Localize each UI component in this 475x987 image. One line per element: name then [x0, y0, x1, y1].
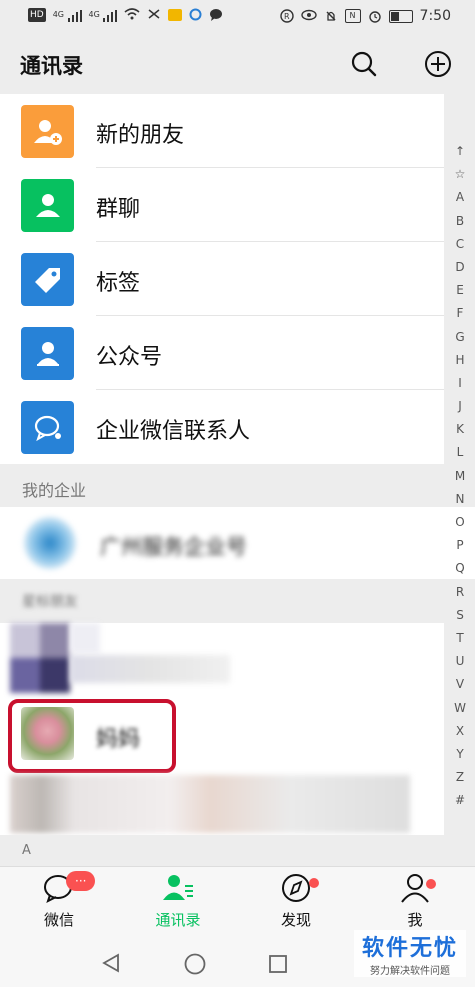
me-dot: [426, 879, 436, 889]
index-letter[interactable]: G: [445, 326, 475, 349]
my-company-header: 我的企业: [0, 465, 475, 507]
tab-label: 微信: [43, 911, 74, 929]
index-letter[interactable]: K: [445, 418, 475, 441]
compass-icon: [282, 874, 310, 902]
row-label: 群聊: [96, 197, 141, 222]
nfc-icon: R: [279, 9, 294, 23]
starred-header: 星标朋友: [0, 579, 475, 623]
plus-circle-icon[interactable]: [424, 50, 452, 78]
index-letter[interactable]: D: [445, 256, 475, 279]
index-letter[interactable]: C: [445, 233, 475, 256]
row-label: 新的朋友: [96, 123, 185, 148]
tab-discover[interactable]: 发现: [251, 873, 341, 930]
official-accounts-row[interactable]: 公众号: [0, 316, 444, 390]
group-chats-row[interactable]: 群聊: [0, 168, 444, 242]
index-letter[interactable]: T: [445, 627, 475, 650]
nfc-n-icon: N: [344, 9, 361, 23]
watermark: 软件无忧 努力解决软件问题: [354, 930, 466, 977]
profile-icon: [401, 874, 429, 903]
tab-contacts[interactable]: 通讯录: [133, 873, 223, 930]
watermark-subtitle: 努力解决软件问题: [370, 966, 450, 977]
index-letter[interactable]: E: [445, 279, 475, 302]
company-name: 广州服务企业号: [100, 535, 247, 559]
index-letter[interactable]: W: [445, 697, 475, 720]
work-contacts-row[interactable]: 企业微信联系人: [0, 390, 444, 464]
tag-icon: [21, 253, 74, 306]
index-letter[interactable]: Y: [445, 743, 475, 766]
company-logo: [24, 517, 76, 569]
index-letter[interactable]: R: [445, 581, 475, 604]
list-item[interactable]: [0, 623, 444, 699]
index-letter[interactable]: ☆: [445, 163, 475, 186]
index-letter[interactable]: ↑: [445, 140, 475, 163]
signal-4g-icon: 4G: [53, 8, 82, 22]
row-label: 标签: [96, 271, 141, 296]
index-letter[interactable]: O: [445, 511, 475, 534]
unread-badge: ···: [66, 871, 96, 891]
index-letter[interactable]: J: [445, 395, 475, 418]
tab-label: 我: [407, 911, 423, 929]
back-icon[interactable]: [100, 952, 122, 974]
avatar: [10, 623, 70, 693]
tab-me[interactable]: 我: [370, 873, 460, 930]
eye-icon: [300, 9, 317, 23]
index-letter[interactable]: L: [445, 441, 475, 464]
tab-chats[interactable]: 微信 ···: [14, 871, 104, 930]
index-letter[interactable]: V: [445, 673, 475, 696]
index-letter[interactable]: N: [445, 488, 475, 511]
bottom-tab-bar: 微信 ··· 通讯录 发现 我: [0, 866, 475, 939]
list-item[interactable]: [0, 775, 444, 835]
index-letter[interactable]: F: [445, 302, 475, 325]
index-letter[interactable]: #: [445, 789, 475, 812]
group-chat-icon: [21, 179, 74, 232]
watermark-title: 软件无忧: [361, 936, 458, 961]
status-bar: HD 4G 4G R N 7:50: [0, 0, 475, 34]
recents-icon[interactable]: [267, 953, 289, 975]
index-letter[interactable]: Q: [445, 557, 475, 580]
index-letter[interactable]: U: [445, 650, 475, 673]
hd-icon: HD: [28, 8, 46, 22]
index-letter[interactable]: P: [445, 534, 475, 557]
tags-row[interactable]: 标签: [0, 242, 444, 316]
index-letter[interactable]: A: [445, 186, 475, 209]
tab-label: 通讯录: [155, 911, 201, 929]
highlight-annotation: [8, 699, 176, 773]
row-label: 公众号: [96, 345, 163, 370]
alarm-icon: [368, 9, 382, 23]
chat-bubble-icon: [209, 8, 223, 22]
battery-icon: [388, 9, 413, 23]
wifi-icon: [124, 8, 140, 22]
mail-notification-icon: [168, 9, 183, 21]
discover-dot: [309, 878, 319, 888]
index-letter[interactable]: Z: [445, 766, 475, 789]
contacts-icon: [163, 875, 193, 900]
index-letter[interactable]: S: [445, 604, 475, 627]
work-contacts-icon: [21, 401, 74, 454]
index-letter[interactable]: I: [445, 372, 475, 395]
clock: 7:50: [419, 8, 451, 24]
signal-4g-icon: 4G: [89, 8, 118, 22]
section-header-a: A: [0, 835, 475, 866]
no-sim-icon: [147, 8, 161, 22]
add-friend-icon: [21, 105, 74, 158]
index-letter[interactable]: M: [445, 465, 475, 488]
alphabet-index[interactable]: ↑ ☆ A B C D E F G H I J K L M N O P Q R S T U V W X Y Z #: [445, 140, 475, 812]
search-icon[interactable]: [350, 50, 378, 78]
index-letter[interactable]: B: [445, 210, 475, 233]
row-label: 企业微信联系人: [96, 419, 251, 444]
home-icon[interactable]: [183, 952, 207, 976]
index-letter[interactable]: H: [445, 349, 475, 372]
mute-icon: [324, 9, 338, 23]
page-title: 通讯录: [20, 54, 83, 78]
app-header: 通讯录: [0, 34, 475, 94]
company-row[interactable]: 广州服务企业号: [0, 507, 475, 579]
browser-icon: [189, 8, 202, 22]
svg-text:R: R: [284, 12, 290, 21]
official-account-icon: [21, 327, 74, 380]
tab-label: 发现: [280, 911, 311, 929]
index-letter[interactable]: X: [445, 720, 475, 743]
new-friends-row[interactable]: 新的朋友: [0, 94, 444, 168]
